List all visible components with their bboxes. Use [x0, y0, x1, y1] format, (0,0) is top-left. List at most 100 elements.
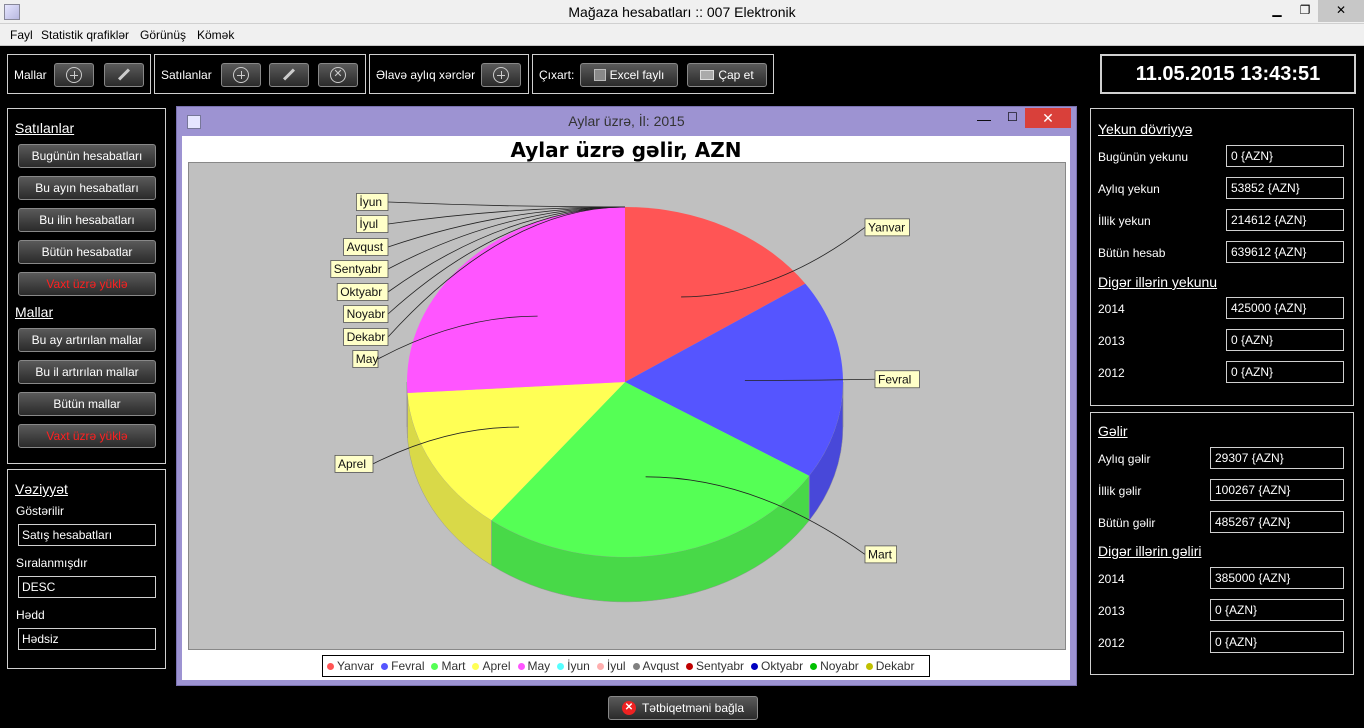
legend-item-dekabr: Dekabr: [865, 656, 914, 676]
slice-label-i-yul: İyul: [359, 217, 378, 231]
legend-swatch: [686, 663, 694, 670]
printer-icon: [700, 69, 715, 80]
menu-komek[interactable]: Kömək: [197, 28, 234, 42]
slice-label-sentyabr: Sentyabr: [334, 262, 382, 276]
diger-yekun-value-2013: 0 {AZN}: [1226, 329, 1344, 351]
legend-label: Noyabr: [820, 659, 859, 673]
chart-maximize-button[interactable]: ☐: [1007, 110, 1018, 124]
menu-gorunus[interactable]: Görünüş: [140, 28, 186, 42]
gelir-label-year: İllik gəlir: [1098, 484, 1142, 498]
slice-label-dekabr: Dekabr: [347, 330, 386, 344]
status-section-title: Vəziyyət: [15, 481, 68, 497]
legend-item-yanvar: Yanvar: [327, 656, 374, 676]
year-products-button[interactable]: Bu il artırılan mallar: [18, 360, 156, 384]
add-product-button[interactable]: [54, 63, 94, 87]
pie-chart-svg: Yanvar Fevral Mart Aprel May İyun İyul Avqust Se…: [330, 193, 920, 603]
diger-yekun-value-2014: 425000 {AZN}: [1226, 297, 1344, 319]
excel-export-button[interactable]: Excel faylı: [580, 63, 678, 87]
yekun-label-month: Aylıq yekun: [1098, 182, 1160, 196]
legend-item-may: May: [517, 656, 551, 676]
diger-yekun-label-2014: 2014: [1098, 302, 1125, 316]
diger-gelir-label-2014: 2014: [1098, 572, 1125, 586]
legend-swatch: [472, 663, 480, 670]
menu-fayl[interactable]: Fayl: [10, 28, 33, 42]
gelir-label-month: Aylıq gəlir: [1098, 452, 1151, 466]
minimize-button[interactable]: ▁: [1262, 0, 1292, 22]
legend-label: Yanvar: [337, 659, 375, 673]
diger-gelir-value-2012: 0 {AZN}: [1210, 631, 1344, 653]
mallar-label: Mallar: [14, 68, 47, 82]
label-leader-i-yun: [387, 201, 626, 208]
load-by-time-products-button[interactable]: Vaxt üzrə yüklə: [18, 424, 156, 448]
yekun-value-month: 53852 {AZN}: [1226, 177, 1344, 199]
close-application-button[interactable]: ✕ Tətbiqetməni bağla: [608, 696, 758, 720]
edit-product-button[interactable]: [104, 63, 144, 87]
window-title: Mağaza hesabatları :: 007 Elektronik: [568, 4, 796, 20]
excel-icon: [593, 68, 606, 81]
chart-legend: Yanvar Fevral Mart Aprel May İyun İyul Avqust Se…: [322, 655, 930, 677]
month-products-button[interactable]: Bu ay artırılan mallar: [18, 328, 156, 352]
diger-yekun-label-2013: 2013: [1098, 334, 1125, 348]
pencil-icon: [117, 68, 131, 81]
legend-item-aprel: Aprel: [472, 656, 511, 676]
diger-yekun-value-2012: 0 {AZN}: [1226, 361, 1344, 383]
xerc-label: Əlavə aylıq xərclər: [376, 68, 476, 82]
add-expense-button[interactable]: [481, 63, 521, 87]
slice-label-yanvar: Yanvar: [868, 220, 905, 234]
sorted-label: Sıralanmışdır: [16, 556, 88, 570]
print-button[interactable]: Çap et: [687, 63, 767, 87]
gelir-label-all: Bütün gəlir: [1098, 516, 1156, 530]
slice-label-fevral: Fevral: [878, 372, 911, 386]
legend-label: Avqust: [642, 659, 680, 673]
legend-item-i-yun: İyun: [557, 656, 590, 676]
slice-label-mart: Mart: [868, 547, 893, 561]
all-products-button[interactable]: Bütün mallar: [18, 392, 156, 416]
excel-export-label: Excel faylı: [609, 68, 665, 82]
income-panel: Gəlir Aylıq gəlir 29307 {AZN} İllik gəli…: [1090, 412, 1354, 675]
slice-label-oktyabr: Oktyabr: [340, 285, 382, 299]
legend-swatch: [632, 663, 640, 670]
legend-label: Aprel: [482, 659, 511, 673]
diger-gelir-value-2013: 0 {AZN}: [1210, 599, 1344, 621]
satilanlar-section-title: Satılanlar: [15, 120, 75, 136]
delete-icon: ✕: [330, 66, 346, 83]
shown-field: Satış hesabatları: [18, 524, 156, 546]
diger-yekun-label-2012: 2012: [1098, 366, 1125, 380]
today-reports-button[interactable]: Bugünün hesabatları: [18, 144, 156, 168]
year-reports-button[interactable]: Bu ilin hesabatları: [18, 208, 156, 232]
yekun-value-all: 639612 {AZN}: [1226, 241, 1344, 263]
yekun-value-today: 0 {AZN}: [1226, 145, 1344, 167]
limit-label: Hədd: [16, 608, 45, 622]
legend-label: May: [527, 659, 551, 673]
chart-minimize-button[interactable]: —: [977, 111, 991, 127]
add-icon: [66, 66, 82, 83]
diger-gelir-label-2013: 2013: [1098, 604, 1125, 618]
add-icon: [233, 66, 249, 83]
slice-label-may: May: [356, 352, 379, 366]
slice-label-i-yun: İyun: [359, 195, 382, 209]
maximize-button[interactable]: ❐: [1290, 0, 1320, 22]
add-sale-button[interactable]: [221, 63, 261, 87]
legend-swatch: [327, 663, 334, 670]
load-by-time-reports-button[interactable]: Vaxt üzrə yüklə: [18, 272, 156, 296]
close-window-button[interactable]: ✕: [1318, 0, 1364, 22]
close-application-label: Tətbiqetməni bağla: [641, 701, 745, 715]
title-bar: Mağaza hesabatları :: 007 Elektronik ▁ ❐…: [0, 0, 1364, 24]
edit-sale-button[interactable]: [269, 63, 309, 87]
legend-item-noyabr: Noyabr: [810, 656, 859, 676]
chart-window-title: Aylar üzrə, İl: 2015: [568, 113, 685, 129]
status-panel: Vəziyyət Göstərilir Satış hesabatları Sı…: [7, 469, 166, 669]
all-reports-button[interactable]: Bütün hesabatlar: [18, 240, 156, 264]
legend-item-fevral: Fevral: [381, 656, 424, 676]
yekun-value-year: 214612 {AZN}: [1226, 209, 1344, 231]
slice-label-aprel: Aprel: [338, 457, 366, 471]
month-reports-button[interactable]: Bu ayın hesabatları: [18, 176, 156, 200]
legend-label: Oktyabr: [761, 659, 804, 673]
menu-statistik-qrafikler[interactable]: Statistik qrafiklər: [41, 28, 129, 42]
legend-swatch: [810, 663, 818, 670]
gelir-value-month: 29307 {AZN}: [1210, 447, 1344, 469]
legend-swatch: [517, 663, 525, 670]
chart-close-button[interactable]: ✕: [1025, 108, 1071, 128]
delete-sale-button[interactable]: ✕: [318, 63, 358, 87]
chart-title: Aylar üzrə gəlir, AZN: [510, 138, 742, 162]
